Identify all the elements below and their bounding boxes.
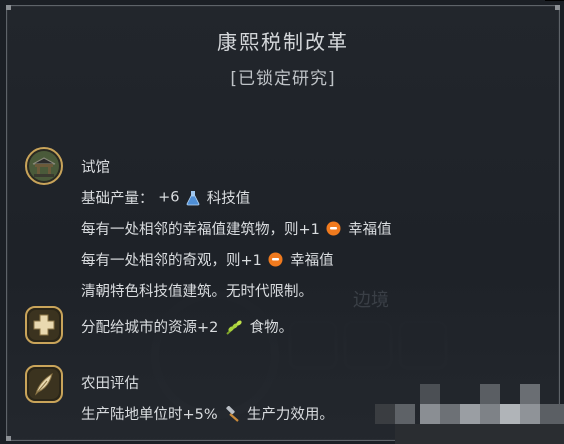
pavilion-icon (25, 147, 63, 185)
city-bonus-line: 分配给城市的资源+2 食物。 (81, 316, 293, 337)
happiness-label: 幸福值 (290, 253, 334, 269)
tooltip-title: 康熙税制改革 (217, 30, 349, 54)
locked-status: [已锁定研究] (230, 69, 336, 89)
adjacent-building-text: 每有一处相邻的幸福值建筑物，则+1 (81, 222, 320, 238)
farm-name: 农田评估 (81, 376, 139, 392)
smiley-icon (326, 221, 341, 236)
restriction-text: 清朝特色科技值建筑。无时代限制。 (81, 284, 313, 300)
production-line: 生产陆地单位时+5% 生产力效用。 (81, 403, 334, 424)
adjacent-wonder-text: 每有一处相邻的奇观，则+1 (81, 253, 262, 269)
base-yield-label: 基础产量： (81, 191, 154, 207)
adjacent-wonder-line: 每有一处相邻的奇观，则+1 幸福值 (81, 249, 334, 270)
smiley-icon (268, 252, 283, 267)
science-label: 科技值 (206, 191, 251, 207)
building-name: 试馆 (81, 160, 110, 176)
hammer-icon (226, 405, 239, 422)
happiness-label: 幸福值 (348, 222, 392, 238)
pixelated-overlay (375, 384, 564, 444)
production-label: 生产力效用。 (246, 407, 334, 423)
background-label: 边境 (353, 290, 389, 311)
food-label: 食物。 (249, 320, 294, 336)
wheat-icon (226, 320, 242, 335)
plus-icon (25, 306, 63, 344)
base-yield-line: 基础产量： +6 科技值 (81, 187, 250, 208)
city-bonus-text: 分配给城市的资源+2 (81, 320, 219, 336)
quill-icon (25, 365, 63, 403)
adjacent-building-line: 每有一处相邻的幸福值建筑物，则+1 幸福值 (81, 218, 392, 239)
flask-icon (186, 190, 200, 205)
base-yield-value: +6 (158, 189, 180, 206)
production-text: 生产陆地单位时+5% (81, 407, 218, 423)
